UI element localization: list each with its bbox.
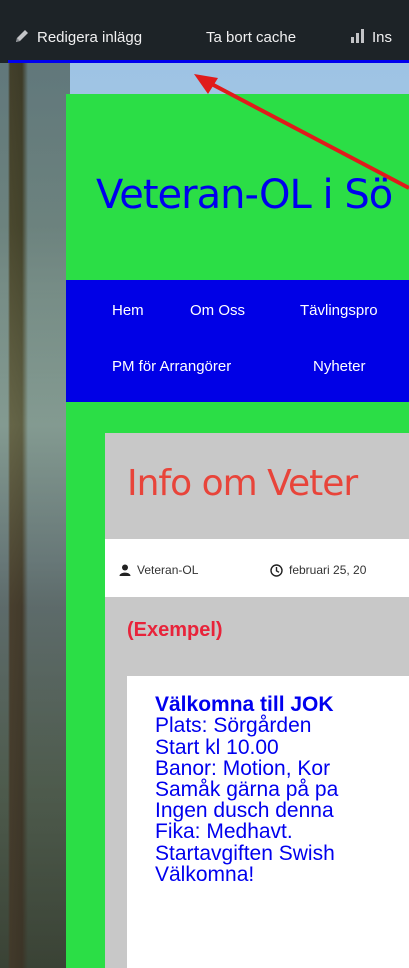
user-icon [119, 564, 131, 576]
info-line-goodbye: Välkomna! [155, 863, 255, 886]
pencil-icon[interactable] [14, 28, 30, 44]
insights-link[interactable]: Ins [372, 29, 392, 46]
info-line-welcome: Välkomna till JOK [155, 693, 334, 716]
info-line-carpool: Samåk gärna på pa [155, 778, 339, 801]
info-line-courses: Banor: Motion, Kor [155, 757, 331, 780]
admin-bar-underline [8, 60, 409, 63]
post-header: Info om Veter [105, 433, 409, 539]
stats-bar-icon[interactable] [350, 28, 366, 44]
nav-item-pm-for-arrangorer[interactable]: PM för Arrangörer [112, 358, 231, 375]
example-label: (Exempel) [127, 619, 223, 641]
post-author[interactable]: Veteran-OL [119, 563, 198, 577]
nav-item-om-oss[interactable]: Om Oss [190, 302, 245, 319]
annotation-arrow [194, 74, 409, 190]
info-line-start: Start kl 10.00 [155, 736, 279, 759]
post-article: Info om Veter Veteran-OL februari 25, 20… [105, 433, 409, 968]
clear-cache-link[interactable]: Ta bort cache [206, 29, 296, 46]
edit-post-link[interactable]: Redigera inlägg [37, 29, 142, 46]
info-line-location: Plats: Sörgården [155, 714, 312, 737]
event-info-box: Välkomna till JOK Plats: Sörgården Start… [127, 676, 409, 968]
info-line-fika: Fika: Medhavt. [155, 820, 293, 843]
post-body: (Exempel) Välkomna till JOK Plats: Sörgå… [105, 597, 409, 968]
main-navigation: Hem Om Oss Tävlingspro PM för Arrangörer… [66, 280, 409, 402]
nav-item-nyheter[interactable]: Nyheter [313, 358, 366, 375]
info-line-shower: Ingen dusch denna [155, 799, 334, 822]
clock-icon [270, 563, 283, 577]
post-author-name[interactable]: Veteran-OL [137, 563, 198, 577]
info-line-fee: Startavgiften Swish [155, 842, 335, 865]
site-container: Veteran-OL i Sö Hem Om Oss Tävlingspro P… [66, 94, 409, 968]
post-date: februari 25, 20 [270, 563, 366, 577]
post-date-text: februari 25, 20 [289, 563, 367, 577]
post-meta: Veteran-OL februari 25, 20 [105, 539, 409, 597]
post-title: Info om Veter [127, 463, 358, 504]
admin-bar: Redigera inlägg Ta bort cache Ins [0, 0, 409, 63]
nav-item-hem[interactable]: Hem [112, 302, 144, 319]
nav-item-tavlingsprogram[interactable]: Tävlingspro [300, 302, 378, 319]
